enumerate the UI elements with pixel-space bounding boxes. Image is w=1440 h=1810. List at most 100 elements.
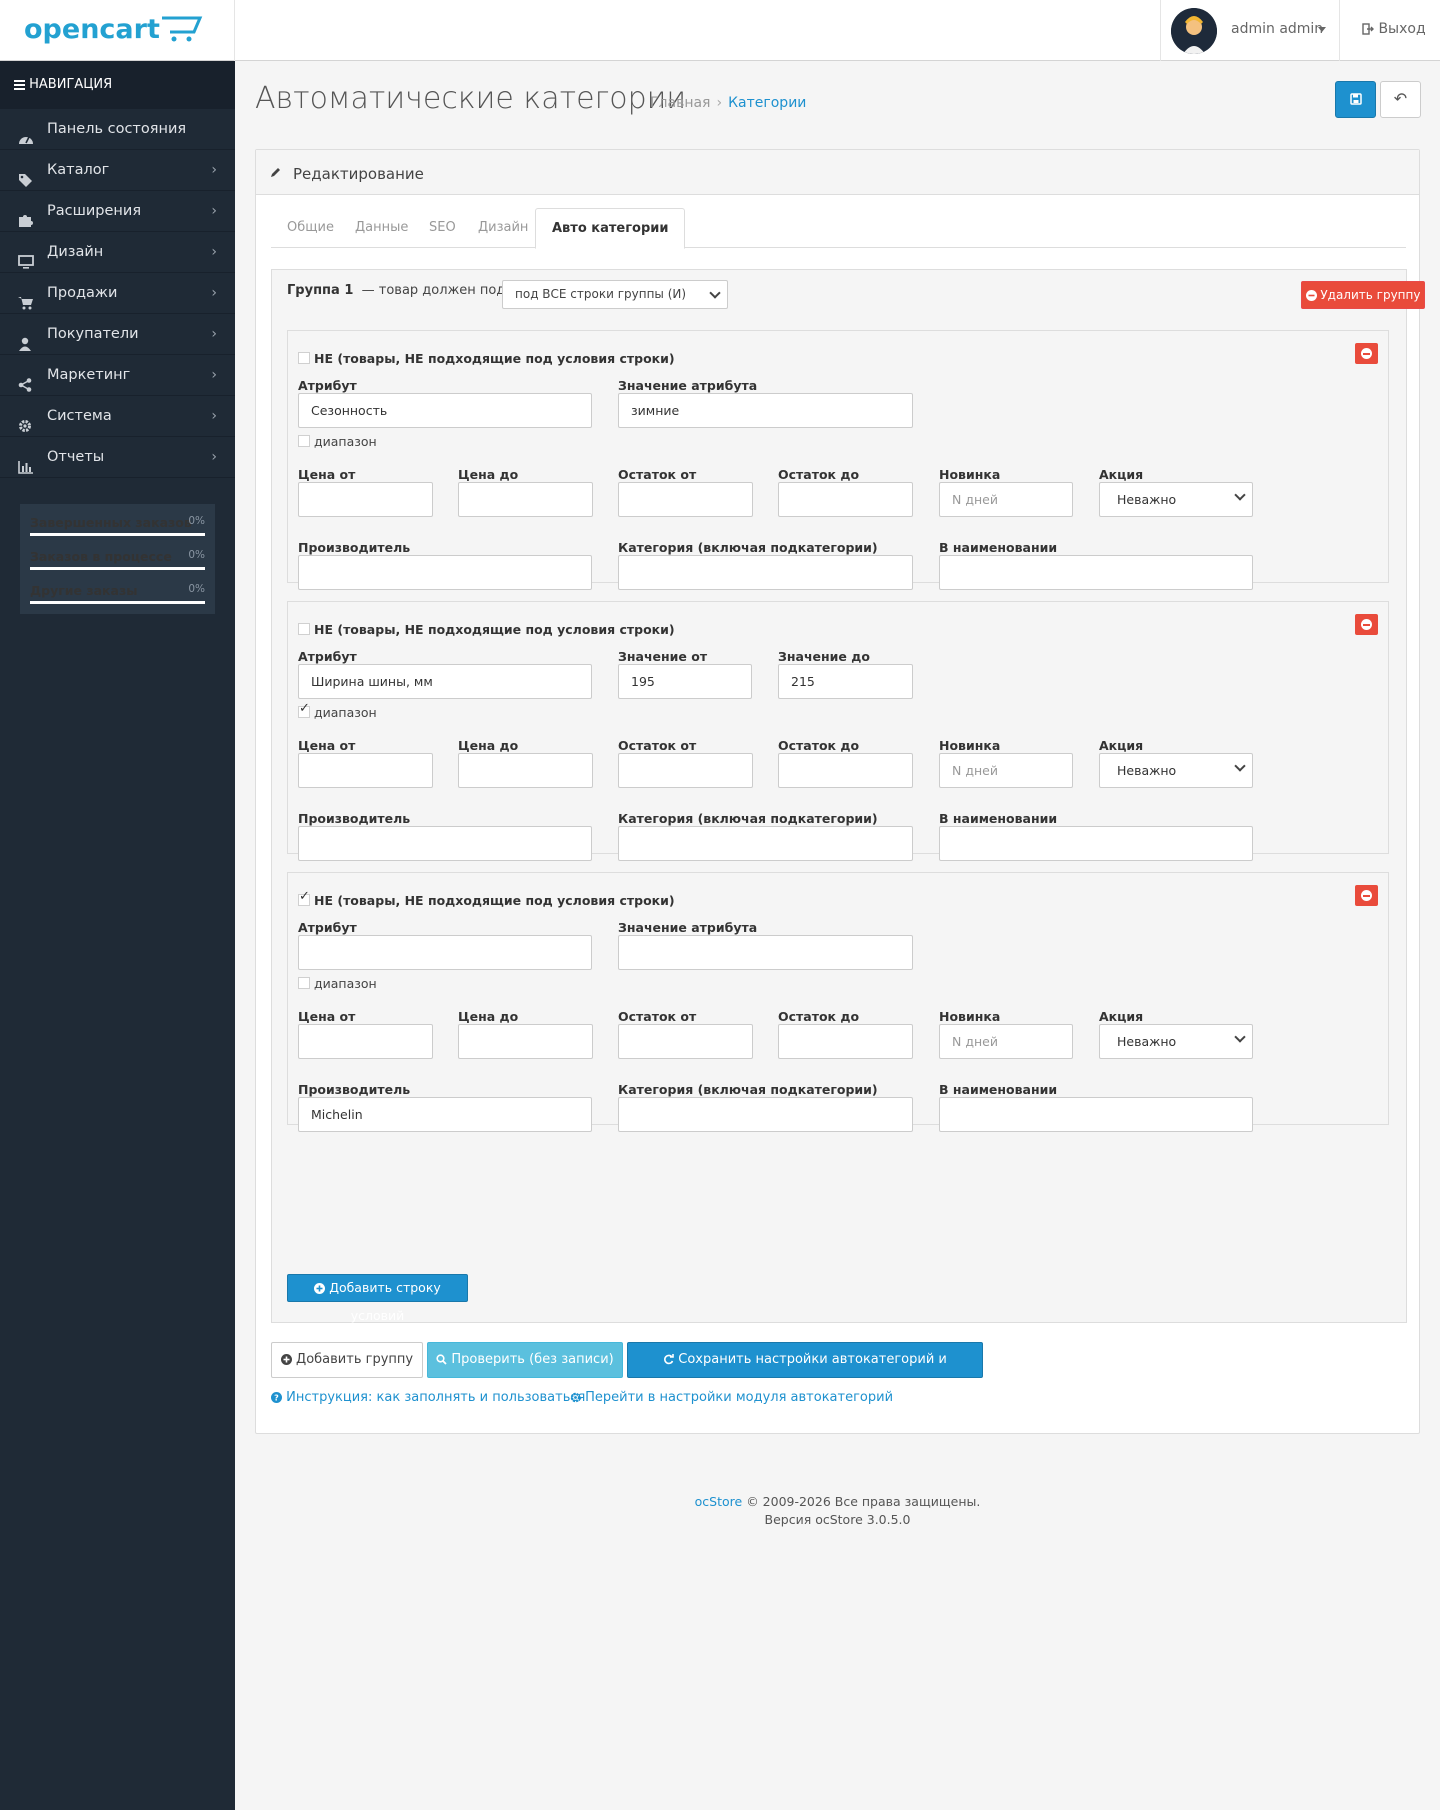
attribute-label: Атрибут [298, 920, 357, 935]
breadcrumb-categories[interactable]: Категории [728, 95, 806, 111]
not-condition[interactable]: НЕ (товары, НЕ подходящие под условия ст… [298, 622, 675, 637]
opencart-logo[interactable]: opencart [0, 0, 235, 61]
sidebar-item-8[interactable]: Отчеты › [0, 437, 235, 478]
attribute-input[interactable] [298, 935, 592, 970]
not-condition[interactable]: НЕ (товары, НЕ подходящие под условия ст… [298, 889, 675, 908]
nav-title[interactable]: НАВИГАЦИЯ [0, 61, 235, 109]
stock-to-input[interactable] [778, 1024, 913, 1059]
delete-row-button[interactable] [1355, 885, 1378, 906]
plus-circle-icon [314, 1277, 326, 1303]
range-checkbox[interactable] [298, 435, 310, 447]
manufacturer-input[interactable]: Michelin [298, 1097, 592, 1132]
back-button[interactable]: ↶ [1380, 81, 1421, 118]
tab-auto-categories[interactable]: Авто категории [535, 208, 686, 249]
check-button[interactable]: Проверить (без записи) [427, 1342, 623, 1378]
range-toggle[interactable]: диапазон [298, 976, 377, 991]
price-from-input[interactable] [298, 753, 433, 788]
price-to-label: Цена до [458, 738, 519, 753]
category-input[interactable] [618, 826, 913, 861]
price-from-input[interactable] [298, 482, 433, 517]
breadcrumb-home[interactable]: Главная [650, 95, 710, 111]
manufacturer-input[interactable] [298, 555, 592, 590]
stock-to-input[interactable] [778, 753, 913, 788]
add-row-label: Добавить строку условий [329, 1280, 441, 1323]
chevron-right-icon: › [211, 326, 217, 342]
tab-design[interactable]: Дизайн [462, 208, 544, 248]
add-group-button[interactable]: Добавить группу [271, 1342, 423, 1378]
add-condition-row-button[interactable]: Добавить строку условий [287, 1274, 468, 1323]
special-select[interactable]: Неважно [1099, 753, 1253, 788]
value-from-input[interactable]: 195 [618, 664, 752, 699]
reply-icon: ↶ [1393, 89, 1408, 108]
category-input[interactable] [618, 1097, 913, 1132]
special-select[interactable]: Неважно [1099, 1024, 1253, 1059]
attribute-input[interactable]: Сезонность [298, 393, 592, 428]
new-days-input[interactable]: N дней [939, 482, 1073, 517]
delete-row-button[interactable] [1355, 614, 1378, 635]
price-to-input[interactable] [458, 482, 593, 517]
manufacturer-input[interactable] [298, 826, 592, 861]
logout-link[interactable]: Выход [1362, 21, 1426, 39]
not-condition[interactable]: НЕ (товары, НЕ подходящие под условия ст… [298, 351, 675, 366]
share-icon [18, 368, 35, 392]
footer-brand-link[interactable]: ocStore [695, 1494, 743, 1509]
name-contains-input[interactable] [939, 1097, 1253, 1132]
not-checkbox[interactable] [298, 623, 310, 635]
group-mode-select[interactable]: под ВСЕ строки группы (И) [502, 280, 728, 309]
name-contains-label: В наименовании [939, 811, 1058, 826]
order-stat-label: Завершенных заказов [30, 515, 192, 530]
attribute-input[interactable]: Ширина шины, мм [298, 664, 592, 699]
special-select[interactable]: Неважно [1099, 482, 1253, 517]
stock-to-input[interactable] [778, 482, 913, 517]
new-days-input[interactable]: N дней [939, 1024, 1073, 1059]
save-button[interactable] [1335, 81, 1376, 118]
attribute-value-input[interactable] [618, 935, 913, 970]
sidebar-item-label: Панель состояния [47, 121, 187, 137]
sidebar-item-3[interactable]: Дизайн › [0, 232, 235, 273]
range-checkbox[interactable] [298, 701, 310, 718]
sidebar-item-4[interactable]: Продажи › [0, 273, 235, 314]
order-stat-label: Другие заказы [30, 583, 138, 598]
name-contains-input[interactable] [939, 555, 1253, 590]
price-to-input[interactable] [458, 753, 593, 788]
delete-row-button[interactable] [1355, 343, 1378, 364]
gear-icon [570, 1392, 581, 1407]
manufacturer-label: Производитель [298, 811, 411, 826]
attribute-value-input[interactable]: зимние [618, 393, 913, 428]
sidebar-item-6[interactable]: Маркетинг › [0, 355, 235, 396]
tab-data[interactable]: Данные [339, 208, 424, 248]
range-toggle[interactable]: диапазон [298, 434, 377, 449]
new-days-input[interactable]: N дней [939, 753, 1073, 788]
stock-from-input[interactable] [618, 753, 753, 788]
user-name: admin admin [1231, 21, 1324, 37]
help-link[interactable]: ? Инструкция: как заполнять и пользовать… [271, 1390, 585, 1407]
category-input[interactable] [618, 555, 913, 590]
settings-link[interactable]: Перейти в настройки модуля автокатегорий [570, 1390, 893, 1407]
sidebar-item-2[interactable]: Расширения › [0, 191, 235, 232]
range-checkbox[interactable] [298, 977, 310, 989]
name-contains-input[interactable] [939, 826, 1253, 861]
price-from-label: Цена от [298, 738, 356, 753]
stock-from-label: Остаток от [618, 738, 697, 753]
refresh-icon [663, 1345, 674, 1379]
sidebar-item-7[interactable]: Система › [0, 396, 235, 437]
value-to-input[interactable]: 215 [778, 664, 913, 699]
order-stat-value: 0% [188, 583, 205, 595]
range-toggle[interactable]: диапазон [298, 701, 377, 720]
stock-from-input[interactable] [618, 482, 753, 517]
save-and-run-button[interactable]: Сохранить настройки автокатегорий и запу… [627, 1342, 983, 1403]
delete-group-button[interactable]: Удалить группу [1301, 281, 1425, 309]
price-to-input[interactable] [458, 1024, 593, 1059]
not-checkbox[interactable] [298, 889, 310, 906]
sidebar-item-5[interactable]: Покупатели › [0, 314, 235, 355]
sidebar-item-1[interactable]: Каталог › [0, 150, 235, 191]
range-label: диапазон [314, 434, 377, 449]
nav-title-label: НАВИГАЦИЯ [29, 77, 113, 92]
stock-from-input[interactable] [618, 1024, 753, 1059]
sidebar-item-0[interactable]: Панель состояния [0, 109, 235, 150]
not-checkbox[interactable] [298, 352, 310, 364]
user-dropdown[interactable]: admin admin [1160, 0, 1340, 61]
footer: ocStore © 2009-2026 Все права защищены. … [235, 1493, 1440, 1529]
price-from-input[interactable] [298, 1024, 433, 1059]
condition-row: НЕ (товары, НЕ подходящие под условия ст… [287, 872, 1389, 1132]
